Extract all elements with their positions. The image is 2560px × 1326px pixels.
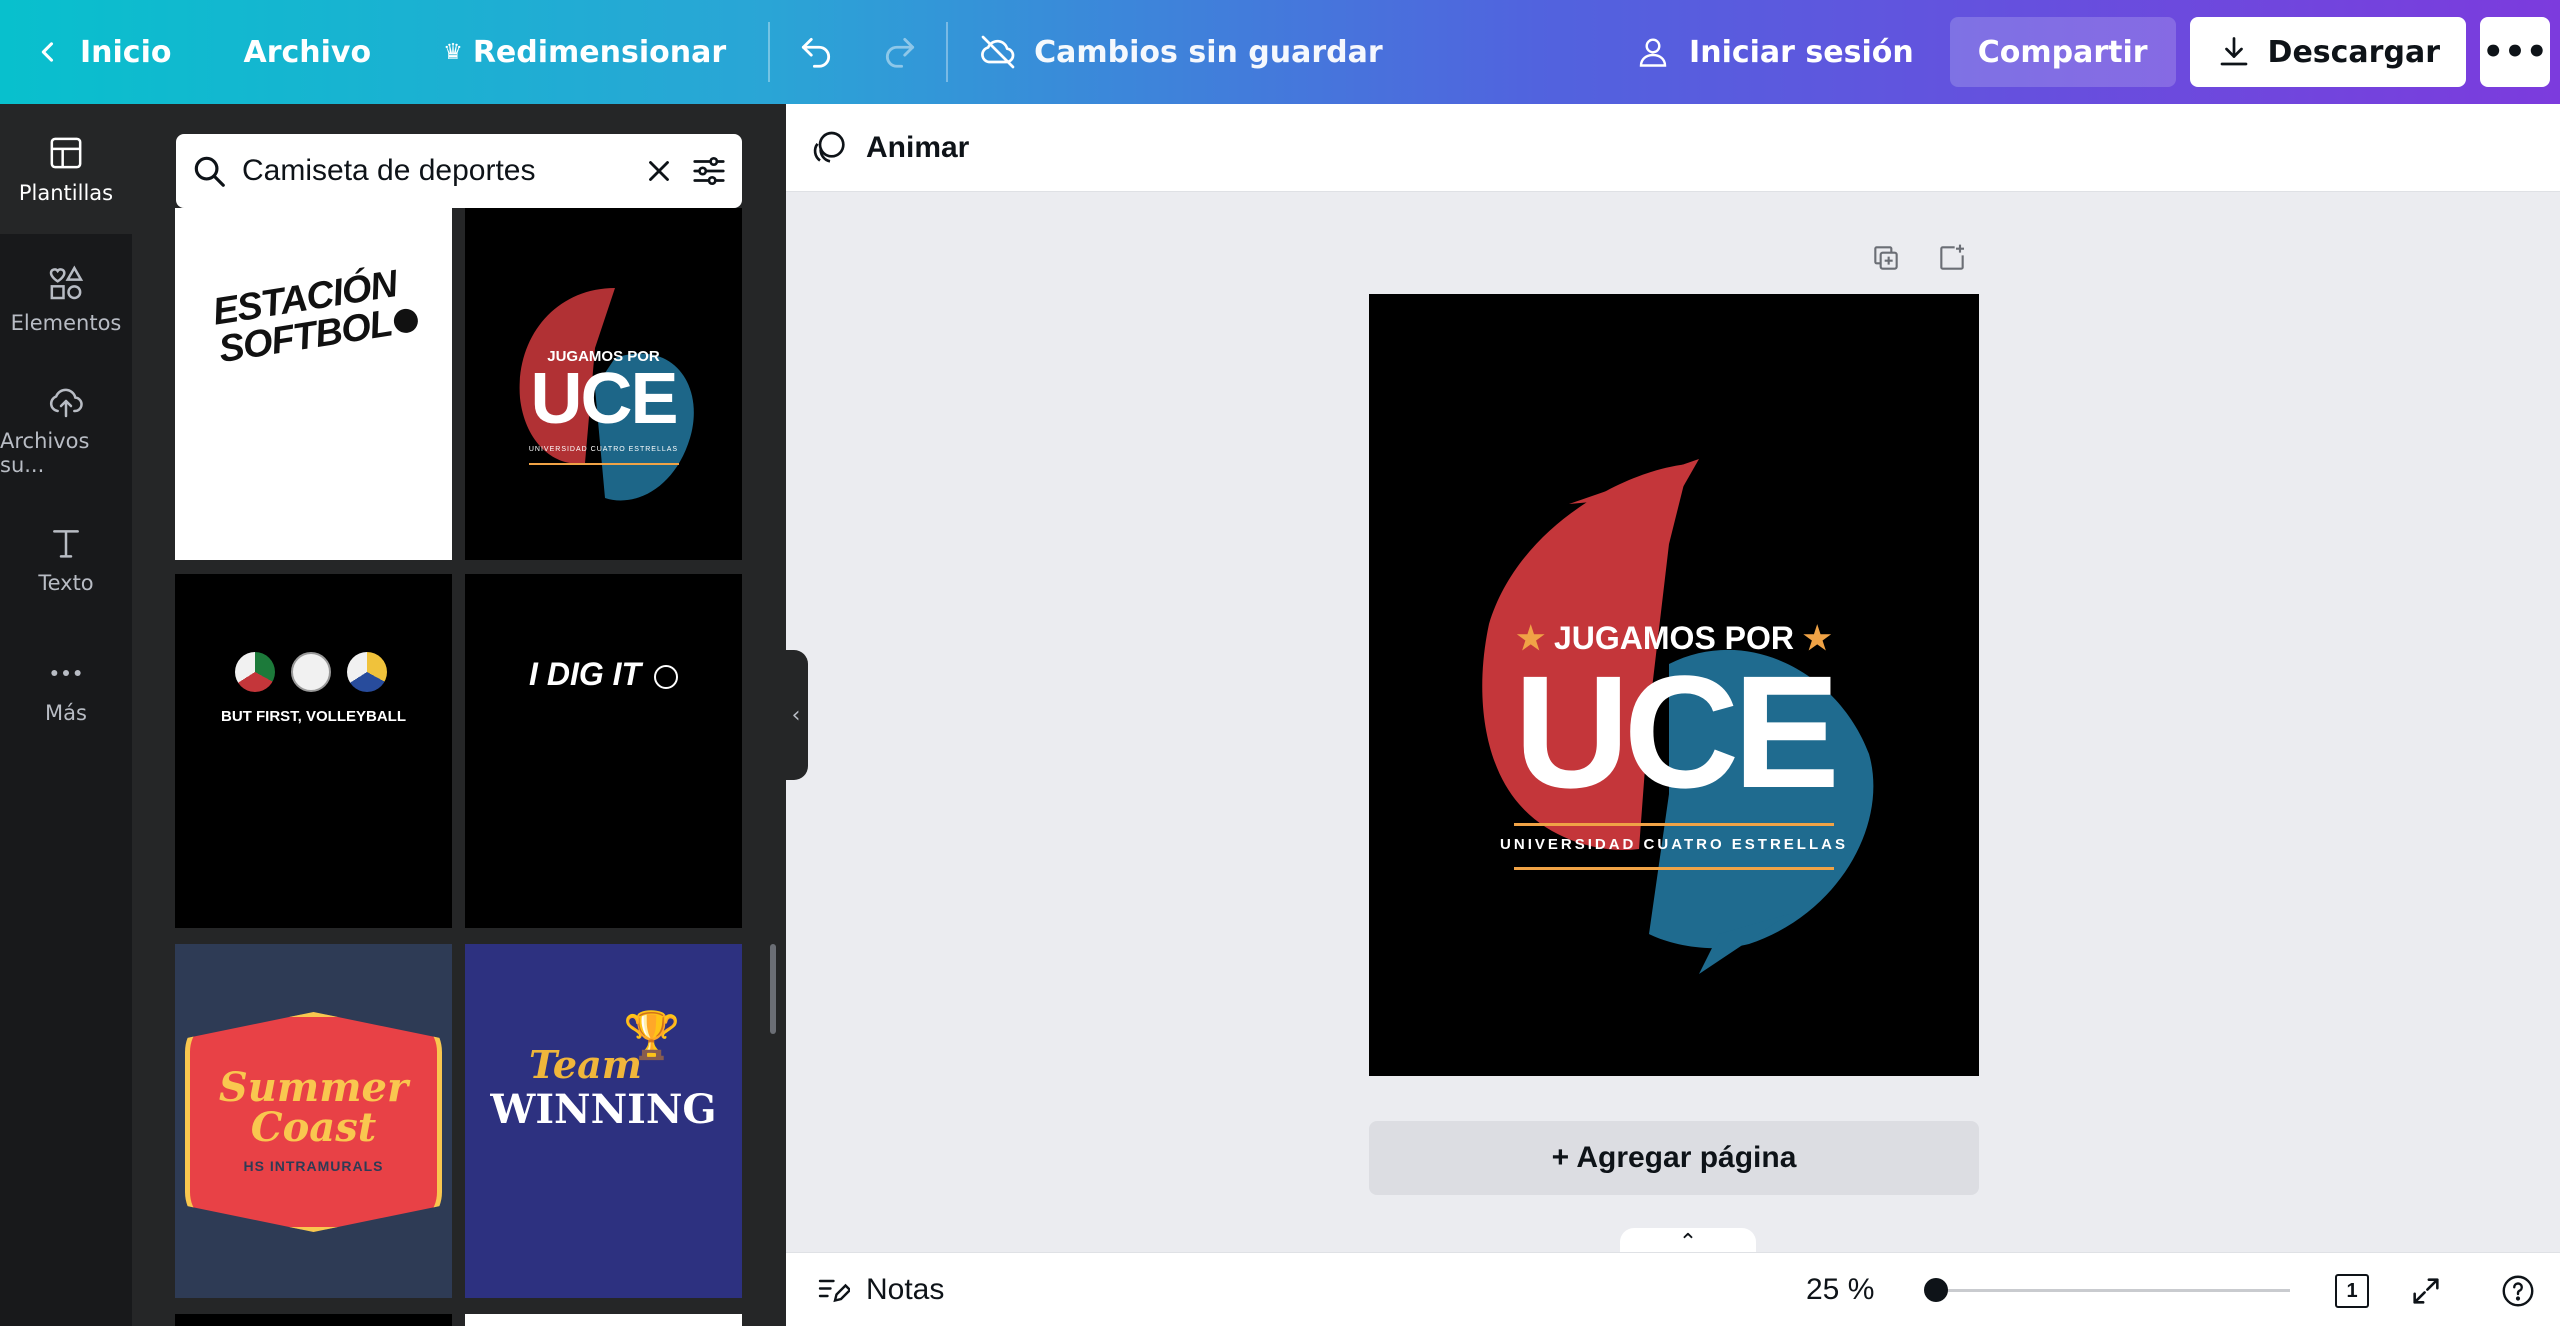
- file-menu-button[interactable]: Archivo: [227, 20, 387, 84]
- resize-button[interactable]: ♛ Redimensionar: [427, 20, 742, 84]
- add-page-icon[interactable]: [1934, 240, 1970, 276]
- rail-item-text[interactable]: Texto: [0, 494, 132, 624]
- filter-icon[interactable]: [690, 152, 728, 190]
- ball-icon: [347, 652, 387, 692]
- download-button[interactable]: Descargar: [2189, 17, 2466, 87]
- panel-scrollbar[interactable]: [770, 944, 776, 1034]
- template-card-team-winning[interactable]: 🏆 Team WINNING: [465, 944, 742, 1298]
- ellipsis-icon: •••: [2482, 32, 2548, 72]
- template-card-volleyball[interactable]: BUT FIRST, VOLLEYBALL: [175, 574, 452, 928]
- home-label: Inicio: [80, 34, 172, 70]
- add-page-button[interactable]: + Agregar página: [1369, 1121, 1979, 1195]
- notes-button[interactable]: Notas: [814, 1272, 944, 1308]
- templates-icon: [50, 137, 82, 169]
- more-options-button[interactable]: •••: [2480, 17, 2550, 87]
- user-icon: [1639, 38, 1667, 67]
- context-toolbar: Animar: [786, 104, 2560, 192]
- softball-icon: [391, 307, 420, 335]
- cloud-off-icon: [981, 35, 1015, 69]
- volleyball-icon: [653, 664, 678, 689]
- design-main-text: UCE: [1514, 642, 1840, 821]
- chevron-up-icon: ⌃: [1678, 1229, 1698, 1255]
- template-text: ESTACIÓN SOFTBOL: [210, 263, 420, 371]
- summer-line2: Coast: [250, 1104, 377, 1151]
- rail-item-elements[interactable]: Elementos: [0, 234, 132, 364]
- text-icon: [53, 530, 79, 558]
- rail-item-uploads[interactable]: Archivos su...: [0, 364, 132, 494]
- summer-sub: HS INTRAMURALS: [243, 1158, 384, 1174]
- chevron-left-icon: [41, 42, 54, 62]
- design-line: [1514, 867, 1834, 870]
- redo-icon[interactable]: [868, 20, 932, 84]
- search-box: [176, 134, 742, 208]
- page-count-icon[interactable]: 1: [2332, 1271, 2372, 1311]
- rail-label: Elementos: [10, 311, 122, 335]
- help-icon[interactable]: [2498, 1271, 2538, 1311]
- ball-icon: [291, 652, 331, 692]
- animate-icon: [813, 131, 845, 163]
- ball-icon: [235, 652, 275, 692]
- orange-line: [529, 463, 679, 465]
- collapse-panel-button[interactable]: ‹: [784, 650, 808, 780]
- left-rail: Plantillas Elementos Archivos su... Text…: [0, 104, 132, 1326]
- divider: [768, 22, 771, 82]
- design-page[interactable]: ★ JUGAMOS POR ★ UCE UNIVERSIDAD CUATRO E…: [1369, 294, 1979, 1076]
- template-card-uce[interactable]: JUGAMOS POR UCE UNIVERSIDAD CUATRO ESTRE…: [465, 208, 742, 560]
- rail-label: Más: [45, 701, 87, 725]
- zoom-percentage[interactable]: 25 %: [1806, 1273, 1874, 1307]
- template-card-summer-coast[interactable]: Summer Coast HS INTRAMURALS: [175, 944, 452, 1298]
- animate-label: Animar: [866, 130, 970, 164]
- home-button[interactable]: Inicio: [20, 20, 187, 84]
- notes-label: Notas: [866, 1272, 945, 1306]
- crown-icon: ♛: [443, 39, 463, 65]
- design-line: [1514, 823, 1834, 826]
- volleyball-text: BUT FIRST, VOLLEYBALL: [221, 708, 406, 725]
- fullscreen-icon[interactable]: [2406, 1271, 2446, 1311]
- zoom-slider-thumb[interactable]: [1924, 1278, 1948, 1302]
- topbar-right-actions: Iniciar sesión Compartir Descargar •••: [1619, 0, 2550, 104]
- rail-item-more[interactable]: Más: [0, 624, 132, 754]
- chevron-left-icon: ‹: [791, 702, 801, 728]
- save-status-label: Cambios sin guardar: [1034, 34, 1383, 70]
- uce-sub: UNIVERSIDAD CUATRO ESTRELLAS: [528, 446, 679, 453]
- download-label: Descargar: [2267, 34, 2440, 70]
- close-icon[interactable]: [642, 154, 676, 188]
- notes-icon: [818, 1279, 850, 1302]
- template-card-partial[interactable]: [175, 1314, 452, 1326]
- undo-icon[interactable]: [784, 20, 848, 84]
- template-card-estacion-softbol[interactable]: ESTACIÓN SOFTBOL: [175, 208, 452, 560]
- team-line2: WINNING: [490, 1086, 717, 1133]
- page-tools: [1868, 240, 1970, 276]
- rail-label: Archivos su...: [0, 429, 90, 477]
- rail-label: Plantillas: [18, 181, 114, 205]
- rail-label: Texto: [38, 571, 94, 595]
- download-icon: [2220, 37, 2247, 66]
- template-card-i-dig-it[interactable]: I DIG IT: [465, 574, 742, 928]
- elements-icon: [49, 265, 84, 300]
- design-sub-text: UNIVERSIDAD CUATRO ESTRELLAS: [1500, 836, 1848, 853]
- signin-button[interactable]: Iniciar sesión: [1619, 20, 1930, 84]
- volleyball-icons: [235, 652, 387, 692]
- rail-item-templates[interactable]: Plantillas: [0, 104, 132, 234]
- zoom-slider-track[interactable]: [1934, 1289, 2290, 1292]
- idigit-text: I DIG IT: [465, 656, 742, 693]
- template-card-partial[interactable]: [465, 1314, 742, 1326]
- upload-cloud-icon: [49, 388, 83, 418]
- signin-label: Iniciar sesión: [1689, 34, 1914, 70]
- team-line1: Team: [529, 1042, 642, 1087]
- more-icon: [51, 670, 81, 676]
- divider: [946, 22, 949, 82]
- uce-main: UCE: [530, 359, 678, 439]
- templates-panel: ESTACIÓN SOFTBOL JUGAMOS POR UCE UNIVERS…: [132, 104, 786, 1326]
- top-toolbar: Inicio Archivo ♛ Redimensionar Cambios s…: [0, 0, 2560, 104]
- save-status[interactable]: Cambios sin guardar: [962, 20, 1399, 84]
- page-number: 1: [2346, 1279, 2358, 1302]
- share-button[interactable]: Compartir: [1949, 17, 2176, 87]
- animate-button[interactable]: Animar: [810, 128, 969, 168]
- duplicate-page-icon[interactable]: [1868, 240, 1904, 276]
- resize-label: Redimensionar: [472, 34, 727, 70]
- search-icon: [194, 156, 225, 187]
- bottom-bar: Notas 25 % 1: [786, 1252, 2560, 1326]
- search-input[interactable]: [242, 154, 628, 188]
